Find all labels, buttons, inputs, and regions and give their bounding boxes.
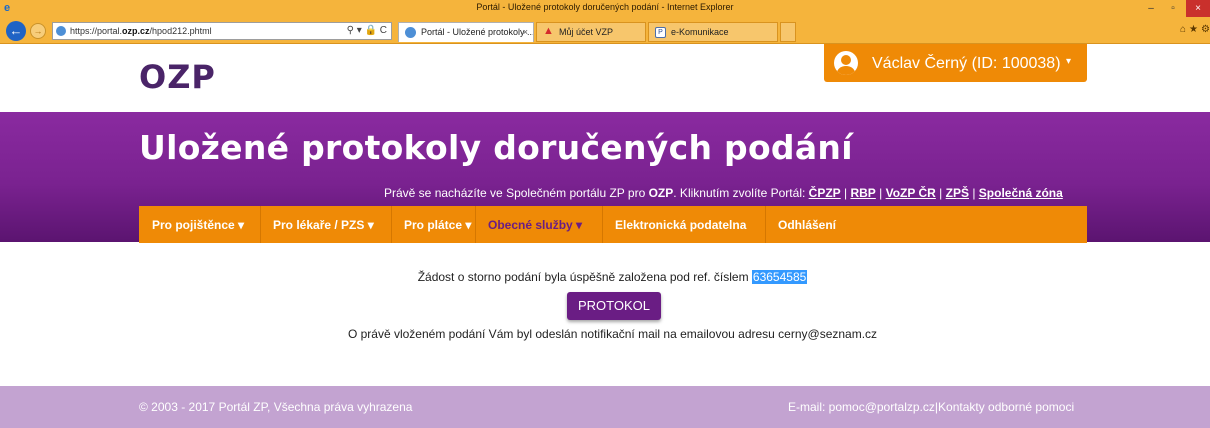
reference-number: 63654585 [751,270,808,284]
tab-portal[interactable]: Portál - Uložené protokoly ... × [398,22,534,42]
ozp-logo[interactable]: OZP [139,58,216,96]
storno-message: Žádost o storno podání byla úspěšně zalo… [417,270,808,284]
portal-link-zps[interactable]: ZPŠ [946,186,969,200]
portal-link-cpzp[interactable]: ČPZP [809,186,841,200]
address-tools-icons[interactable]: ⚲ ▾ 🔒 C [347,25,387,36]
footer-contact: E-mail: pomoc@portalzp.cz|Kontakty odbor… [788,400,1075,414]
tab-label: Můj účet VZP [559,27,614,37]
main-menu: Pro pojištěnce ▾ Pro lékaře / PZS ▾ Pro … [139,206,1087,243]
site-favicon-icon [56,26,66,36]
footer: © 2003 - 2017 Portál ZP, Všechna práva v… [0,386,1210,428]
browser-navbar: ← → https://portal.ozp.cz/hpod212.phtml … [0,17,1210,44]
protokol-button[interactable]: PROTOKOL [567,292,661,320]
chevron-down-icon: ▾ [367,218,374,232]
new-tab-button[interactable] [780,22,796,42]
vzp-favicon-icon: ▲ [543,25,554,37]
tab-close-icon[interactable]: × [523,27,528,37]
menu-obecne-sluzby[interactable]: Obecné služby ▾ [476,206,603,243]
tab-ekomunikace[interactable]: P e-Komunikace [648,22,778,42]
page-title: Uložené protokoly doručených podání [139,128,853,167]
chevron-down-icon: ▾ [1066,56,1072,67]
chevron-down-icon: ▾ [238,218,245,232]
chevron-down-icon: ▾ [465,218,472,232]
menu-pro-pojistence[interactable]: Pro pojištěnce ▾ [139,206,261,243]
menu-pro-lekare[interactable]: Pro lékaře / PZS ▾ [261,206,392,243]
user-avatar-icon [834,51,858,75]
address-url[interactable]: https://portal.ozp.cz/hpod212.phtml [70,26,212,36]
notification-message: O právě vloženém podání Vám byl odeslán … [347,327,878,341]
forward-arrow-icon[interactable]: → [30,23,46,39]
back-arrow-icon[interactable]: ← [6,21,26,41]
footer-email-link[interactable]: E-mail: pomoc@portalzp.cz [788,400,935,414]
menu-elektronicka-podatelna[interactable]: Elektronická podatelna [603,206,766,243]
ekomunikace-favicon-icon: P [655,27,666,38]
home-favorites-settings-icons[interactable]: ⌂★⚙ [1180,24,1210,35]
user-menu-button[interactable]: Václav Černý (ID: 100038) ▾ [824,44,1087,82]
menu-odhlaseni[interactable]: Odhlášení [766,206,846,243]
tab-label: Portál - Uložené protokoly ... [421,27,534,37]
portal-link-vozp[interactable]: VoZP ČR [886,186,936,200]
browser-titlebar: e Portál - Uložené protokoly doručených … [0,0,1210,17]
maximize-icon[interactable]: ▫ [1162,0,1184,17]
minimize-icon[interactable]: – [1140,0,1162,17]
tab-label: e-Komunikace [671,27,729,37]
portal-link-spolecna-zona[interactable]: Společná zóna [979,186,1063,200]
address-bar[interactable]: https://portal.ozp.cz/hpod212.phtml ⚲ ▾ … [52,22,392,40]
chevron-down-icon: ▾ [576,218,583,232]
portal-link-rbp[interactable]: RBP [850,186,875,200]
footer-copyright: © 2003 - 2017 Portál ZP, Všechna práva v… [139,400,413,414]
menu-pro-platce[interactable]: Pro plátce ▾ [392,206,476,243]
tab-vzp[interactable]: ▲ Můj účet VZP [536,22,646,42]
portal-favicon-icon [405,27,416,38]
close-window-icon[interactable]: × [1186,0,1210,17]
user-name: Václav Černý (ID: 100038) [872,55,1061,72]
portal-switch-line: Právě se nacházíte ve Společném portálu … [384,186,1063,200]
window-title: Portál - Uložené protokoly doručených po… [476,2,734,12]
footer-contacts-link[interactable]: Kontakty odborné pomoci [938,400,1074,414]
